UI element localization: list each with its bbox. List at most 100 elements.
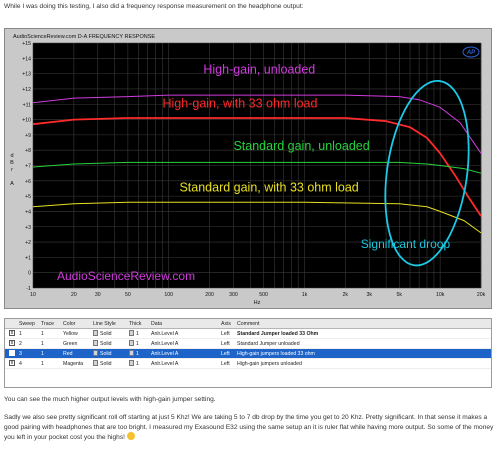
y-tick-label: +6 [25, 179, 31, 185]
header-data[interactable]: Data [149, 319, 219, 329]
y-tick-label: +2 [25, 240, 31, 246]
row-color[interactable]: Green [61, 339, 91, 349]
row-comment[interactable]: Standard Jumper loaded 33 Ohm [235, 329, 491, 339]
dropdown-icon[interactable] [129, 340, 134, 347]
header-axis[interactable]: Axis [219, 319, 235, 329]
row-axis[interactable]: Left [219, 339, 235, 349]
row-checkbox[interactable]: x [5, 359, 17, 369]
table-row[interactable]: x 4 1 Magenta Solid 1 Anlr.Level A Left … [5, 359, 491, 369]
intro-text: While I was doing this testing, I also d… [4, 3, 304, 10]
x-tick-label: 2k [343, 292, 349, 298]
row-sweep: 4 [19, 360, 22, 367]
row-thick[interactable]: 1 [127, 349, 149, 359]
y-tick-label: +3 [25, 225, 31, 231]
row-checkbox[interactable]: x [5, 329, 17, 339]
row-thick-value: 1 [136, 350, 139, 357]
y-tick-label: +12 [22, 87, 31, 93]
annotation-label-1: High-gain, unloaded [203, 63, 315, 77]
row-color[interactable]: Yellow [61, 329, 91, 339]
smiley-icon [126, 432, 135, 441]
row-thick-value: 1 [136, 340, 139, 347]
y-tick-label: +11 [23, 102, 32, 108]
row-thick[interactable]: 1 [127, 329, 149, 339]
y-tick-label: +4 [25, 209, 31, 215]
header-color[interactable]: Color [61, 319, 91, 329]
row-line-style-value: Solid [100, 330, 112, 337]
row-comment[interactable]: High-gain jumpers loaded 33 ohm [235, 349, 491, 359]
dropdown-icon[interactable] [93, 330, 98, 337]
checkbox-icon[interactable]: x [9, 330, 15, 337]
row-axis[interactable]: Left [219, 329, 235, 339]
x-tick-label: 300 [229, 292, 238, 298]
row-sweep: 2 [19, 340, 22, 347]
checkbox-icon[interactable] [9, 350, 15, 357]
annotation-label-3: Standard gain, unloaded [233, 139, 369, 153]
x-tick-label: 5k [397, 292, 403, 298]
y-tick-label: +13 [22, 72, 31, 78]
plot-svg: AudioScienceReview.com D-A FREQUENCY RES… [10, 34, 485, 306]
dropdown-icon[interactable] [129, 350, 134, 357]
row-data[interactable]: Anlr.Level A [149, 339, 219, 349]
row-color[interactable]: Red [61, 349, 91, 359]
plot-header: AudioScienceReview.com D-A FREQUENCY RES… [13, 34, 155, 40]
ap-logo-icon: AP [466, 50, 476, 56]
row-axis[interactable]: Left [219, 359, 235, 369]
row-line-style[interactable]: Solid [91, 339, 127, 349]
row-data[interactable]: Anlr.Level A [149, 359, 219, 369]
row-axis[interactable]: Left [219, 349, 235, 359]
row-data[interactable]: Anlr.Level A [149, 329, 219, 339]
header-sweep[interactable]: Sweep [17, 319, 39, 329]
annotation-label-2: High-gain, with 33 ohm load [163, 96, 318, 110]
header-trace[interactable]: Trace [39, 319, 61, 329]
header-line-style[interactable]: Line Style [91, 319, 127, 329]
y-tick-label: +1 [25, 255, 31, 261]
annotation-label-4: Standard gain, with 33 ohm load [179, 181, 358, 195]
row-color[interactable]: Magenta [61, 359, 91, 369]
row-thick[interactable]: 1 [127, 339, 149, 349]
header-thick[interactable]: Thick [127, 319, 149, 329]
y-axis-label-char: r [11, 167, 13, 173]
checkbox-icon[interactable]: x [9, 340, 15, 347]
row-comment[interactable]: Standard Jumper unloaded [235, 339, 491, 349]
dropdown-icon[interactable] [93, 360, 98, 367]
header-comment[interactable]: Comment [235, 319, 491, 329]
x-tick-label: 1k [302, 292, 308, 298]
dropdown-icon[interactable] [93, 350, 98, 357]
x-tick-label: 30 [95, 292, 101, 298]
row-line-style[interactable]: Solid [91, 359, 127, 369]
y-tick-label: +9 [25, 133, 31, 139]
row-thick-value: 1 [136, 330, 139, 337]
checkbox-icon[interactable]: x [9, 360, 15, 367]
y-tick-label: +8 [25, 148, 31, 154]
x-tick-label: 50 [125, 292, 131, 298]
row-line-style[interactable]: Solid [91, 349, 127, 359]
table-row[interactable]: x 2 1 Green Solid 1 Anlr.Level A Left St… [5, 339, 491, 349]
y-tick-label: +14 [22, 56, 31, 62]
row-line-style[interactable]: Solid [91, 329, 127, 339]
paragraph-2-text: Sadly we also see pretty significant rol… [4, 414, 494, 442]
row-checkbox[interactable]: x [5, 339, 17, 349]
y-axis-label-char: B [10, 160, 14, 166]
y-axis-label-char: d [10, 153, 13, 159]
table-row[interactable]: x 1 1 Yellow Solid 1 Anlr.Level A Left S… [5, 329, 491, 339]
annotation-label-5: Significant droop [361, 237, 451, 251]
row-comment[interactable]: High-gain jumpers unloaded [235, 359, 491, 369]
table-row-selected[interactable]: 3 1 Red Solid 1 Anlr.Level A Left High-g… [5, 349, 491, 359]
dropdown-icon[interactable] [129, 360, 134, 367]
x-tick-label: 200 [205, 292, 214, 298]
x-axis-label: Hz [254, 300, 261, 306]
row-sweep: 3 [19, 350, 22, 357]
row-thick[interactable]: 1 [127, 359, 149, 369]
frequency-response-plot: AudioScienceReview.com D-A FREQUENCY RES… [4, 28, 492, 309]
y-tick-label: +7 [25, 164, 31, 170]
x-tick-label: 3k [366, 292, 372, 298]
dropdown-icon[interactable] [129, 330, 134, 337]
row-line-style-value: Solid [100, 360, 112, 367]
row-line-style-value: Solid [100, 340, 112, 347]
row-data[interactable]: Anlr.Level A [149, 349, 219, 359]
x-tick-label: 500 [259, 292, 268, 298]
x-tick-label: 10k [436, 292, 445, 298]
legend-table-header: Sweep Trace Color Line Style Thick Data … [5, 319, 491, 329]
row-checkbox[interactable] [5, 349, 17, 359]
dropdown-icon[interactable] [93, 340, 98, 347]
